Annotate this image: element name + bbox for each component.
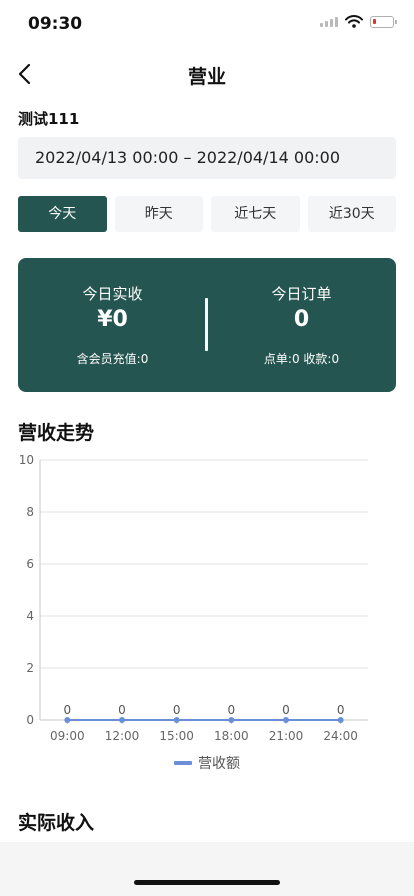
today-orders-value: 0 [293,307,310,332]
y-tick-label: 4 [26,609,34,623]
chart-legend: 营收额 [0,753,414,773]
order-breakdown-text: 点单:0 收款:0 [263,352,340,366]
data-label: 0 [282,703,290,717]
date-filter-tabs: 今天 昨天 近七天 近30天 [18,196,396,232]
actual-income-title: 实际收入 [18,812,95,834]
today-revenue-label: 今日实收 [82,285,143,303]
tab-today[interactable]: 今天 [18,196,107,232]
data-point [173,717,180,723]
x-tick-label: 12:00 [105,729,140,743]
nav-bar: 营业 [0,52,414,96]
store-name: 测试111 [18,110,80,128]
y-tick-label: 0 [26,713,34,727]
member-recharge-text: 含会员充值:0 [76,352,149,366]
x-tick-label: 24:00 [323,729,358,743]
data-point [228,717,235,723]
data-label: 0 [118,703,126,717]
battery-icon [370,15,397,28]
data-label: 0 [228,703,236,717]
y-tick-label: 8 [26,505,34,519]
date-range-picker[interactable]: 2022/04/13 00:00 – 2022/04/14 00:00 [18,137,396,179]
page-title: 营业 [187,66,226,88]
status-bar: 09:30 [0,0,414,48]
signal-icon [320,16,338,27]
chart-canvas: 0 2 4 6 8 10 09:00 12:00 15:00 18:00 21:00 24:00 0 0 0… [19,453,368,743]
home-indicator [134,880,280,885]
data-label: 0 [64,703,72,717]
summary-card: 今日实收 ¥0 含会员充值:0 今日订单 0 点单:0 收款:0 [18,258,396,392]
status-icons [320,15,397,28]
x-tick-label: 09:00 [50,729,85,743]
wifi-icon [345,15,363,28]
y-tick-label: 10 [19,453,34,467]
tab-last-30-days[interactable]: 近30天 [307,196,396,232]
data-label: 0 [337,703,345,717]
tab-yesterday[interactable]: 昨天 [114,196,203,232]
today-revenue-value: ¥0 [97,307,128,332]
revenue-trend-title: 营收走势 [18,422,95,444]
income-panel [0,842,414,896]
data-point [337,717,344,723]
x-tick-label: 18:00 [214,729,249,743]
y-tick-label: 6 [26,557,34,571]
legend-label: 营收额 [198,756,240,772]
data-point [64,717,71,723]
today-orders: 今日订单 0 点单:0 收款:0 [207,258,396,392]
tab-last-7-days[interactable]: 近七天 [211,196,300,232]
y-tick-label: 2 [26,661,34,675]
x-tick-label: 15:00 [159,729,194,743]
data-point [119,717,125,723]
today-revenue: 今日实收 ¥0 含会员充值:0 [18,258,207,392]
data-label: 0 [173,703,181,717]
data-point [283,717,289,723]
x-tick-label: 21:00 [269,729,304,743]
legend-swatch [174,761,192,765]
status-time: 09:30 [28,14,83,34]
revenue-trend-chart: 0 2 4 6 8 10 09:00 12:00 15:00 18:00 21:00 24:00 0 0 0… [0,446,414,786]
today-orders-label: 今日订单 [271,285,332,303]
